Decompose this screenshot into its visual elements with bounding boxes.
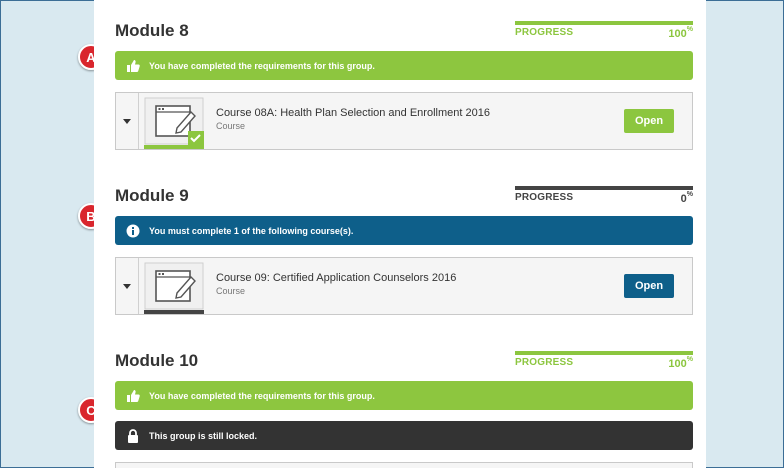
course-card: Course 08A: Health Plan Selection and En… xyxy=(115,92,693,150)
progress-bar xyxy=(515,21,693,25)
completed-banner: You have completed the requirements for … xyxy=(115,51,693,80)
progress-unit: % xyxy=(686,191,693,198)
course-title: Course 09: Certified Application Counsel… xyxy=(216,272,457,284)
course-type: Course xyxy=(216,121,246,131)
thumbnail-progress xyxy=(144,145,204,149)
caret-down-icon xyxy=(123,118,131,124)
banner-text: You must complete 1 of the following cou… xyxy=(149,225,354,236)
progress-value: 0% xyxy=(680,191,693,205)
completed-banner: You have completed the requirements for … xyxy=(115,381,693,410)
locked-banner: This group is still locked. xyxy=(115,421,693,450)
banner-text: You have completed the requirements for … xyxy=(149,390,375,401)
progress-value: 100% xyxy=(668,356,693,370)
thumbnail-progress xyxy=(144,310,204,314)
progress-number: 100 xyxy=(668,28,687,40)
progress-fill xyxy=(515,21,693,25)
progress-number: 100 xyxy=(668,358,687,370)
progress-bar xyxy=(515,351,693,355)
thumbs-up-icon xyxy=(127,59,140,72)
course-type: Course xyxy=(216,286,246,296)
progress-bar xyxy=(515,186,693,190)
course-title: Course 08A: Health Plan Selection and En… xyxy=(216,107,490,119)
expand-button[interactable] xyxy=(116,93,139,149)
course-thumbnail-icon xyxy=(144,97,204,145)
module-title: Module 9 xyxy=(115,186,189,205)
banner-text: You have completed the requirements for … xyxy=(149,60,375,71)
banner-text: This group is still locked. xyxy=(149,430,258,441)
thumbs-up-icon xyxy=(127,389,140,402)
progress-value: 100% xyxy=(668,26,693,40)
lock-icon xyxy=(128,428,138,443)
course-thumbnail xyxy=(144,97,204,149)
open-course-button[interactable]: Open xyxy=(624,109,674,133)
course-thumbnail-icon xyxy=(144,262,204,310)
expand-button[interactable] xyxy=(116,258,139,314)
progress-indicator: PROGRESS 0% xyxy=(515,186,693,208)
progress-unit: % xyxy=(686,356,693,363)
progress-label: PROGRESS xyxy=(515,192,574,203)
modules-panel: Module 8 PROGRESS 100% You have complete… xyxy=(94,0,706,468)
course-thumbnail xyxy=(144,262,204,314)
module-title: Module 10 xyxy=(115,351,199,370)
requirement-banner: You must complete 1 of the following cou… xyxy=(115,216,693,245)
course-card-partial xyxy=(115,462,693,468)
progress-unit: % xyxy=(686,26,693,33)
progress-label: PROGRESS xyxy=(515,357,574,368)
progress-label: PROGRESS xyxy=(515,27,574,38)
progress-indicator: PROGRESS 100% xyxy=(515,21,693,43)
progress-indicator: PROGRESS 100% xyxy=(515,351,693,373)
progress-number: 0 xyxy=(680,193,687,205)
course-card: Course 09: Certified Application Counsel… xyxy=(115,257,693,315)
info-icon xyxy=(126,224,140,237)
progress-fill xyxy=(515,351,693,355)
module-title: Module 8 xyxy=(115,21,189,40)
open-course-button[interactable]: Open xyxy=(624,274,674,298)
caret-down-icon xyxy=(123,283,131,289)
